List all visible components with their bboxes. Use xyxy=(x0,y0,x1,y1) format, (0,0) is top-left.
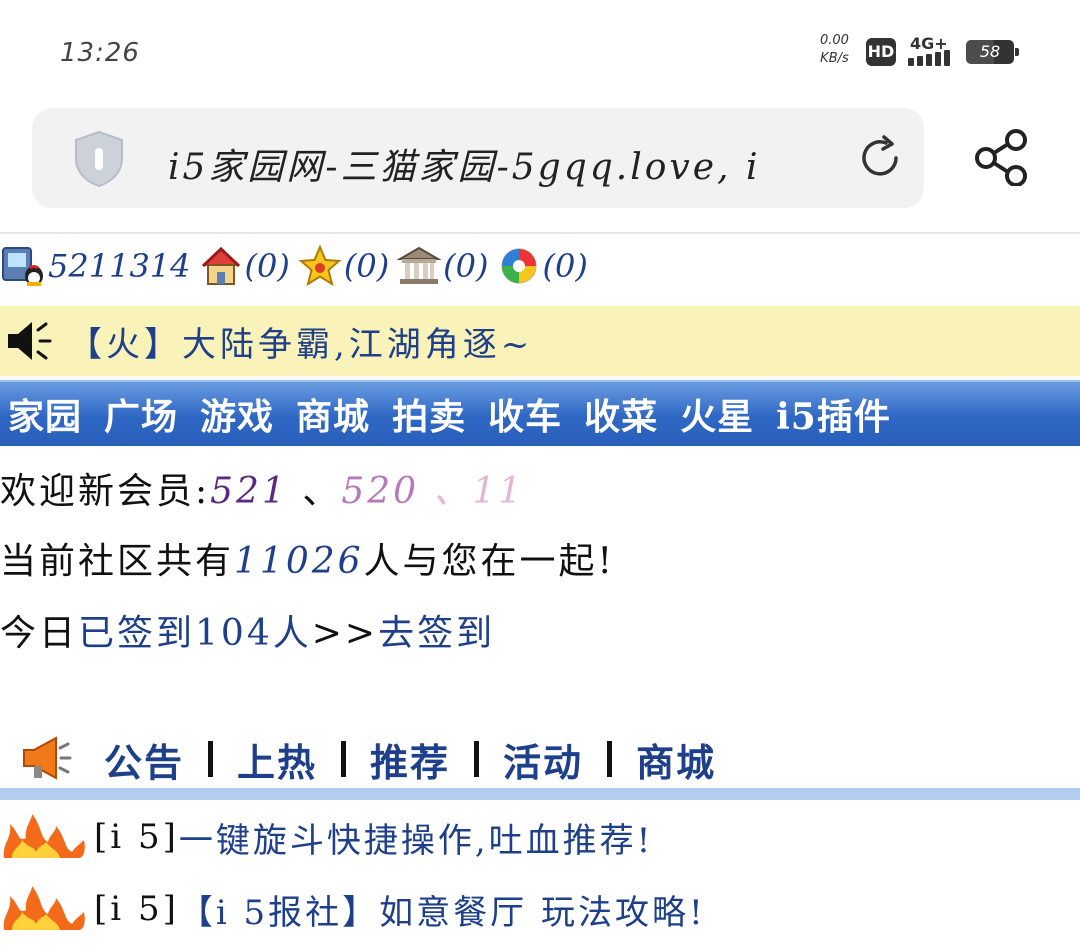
clock: 13:26 xyxy=(60,38,140,68)
tab-underline xyxy=(0,788,1080,800)
notice-text[interactable]: 【火】大陆争霸,江湖角逐~ xyxy=(68,317,533,366)
speaker-icon xyxy=(8,322,52,360)
gallery-stat[interactable]: (0) xyxy=(497,244,588,288)
photo-icon xyxy=(501,248,536,284)
battery-level: 58 xyxy=(979,42,1001,61)
user-stats: 5211314 (0) (0) (0) (0) xyxy=(0,240,596,292)
nav-item-mars[interactable]: 火星 xyxy=(680,388,754,440)
tab-divider xyxy=(474,741,480,777)
favorites-count[interactable]: (0) xyxy=(344,247,389,285)
post-title[interactable]: 一键旋斗快捷操作,吐血推荐! xyxy=(179,813,653,862)
url-text[interactable]: i5家园网-三猫家园-5gqq.love, i xyxy=(168,138,828,190)
home-icon xyxy=(201,246,240,285)
nav-item-plaza[interactable]: 广场 xyxy=(104,388,178,440)
hot-fire-icon xyxy=(3,814,85,858)
welcome-line: 欢迎新会员:521 、520 、11 xyxy=(0,462,524,514)
list-item[interactable]: [i 5] 【i 5报社】如意餐厅 玩法攻略! xyxy=(0,884,706,934)
signin-arrow: >> xyxy=(311,613,379,654)
shield-icon[interactable] xyxy=(72,130,126,188)
tab-divider xyxy=(607,741,613,777)
signin-line: 今日已签到104人>>去签到 xyxy=(0,604,495,656)
tab-announcement[interactable]: 公告 xyxy=(104,732,184,787)
nav-item-plugins[interactable]: i5插件 xyxy=(776,388,891,440)
tab-recommend[interactable]: 推荐 xyxy=(370,732,450,787)
tab-hot[interactable]: 上热 xyxy=(237,732,317,787)
list-item[interactable]: [i 5] 一键旋斗快捷操作,吐血推荐! xyxy=(0,812,653,862)
community-prefix: 当前社区共有 xyxy=(0,541,235,582)
signin-link[interactable]: 去签到 xyxy=(378,613,495,654)
nav-item-auction[interactable]: 拍卖 xyxy=(392,388,466,440)
qq-stat[interactable]: 5211314 xyxy=(0,244,191,288)
nav-item-collect-car[interactable]: 收车 xyxy=(488,388,562,440)
home-stat[interactable]: (0) xyxy=(199,244,290,288)
nav-item-games[interactable]: 游戏 xyxy=(200,388,274,440)
divider xyxy=(0,232,1080,234)
gallery-count[interactable]: (0) xyxy=(543,247,588,285)
signed-count-link[interactable]: 已签到104人 xyxy=(78,613,312,654)
qq-number[interactable]: 5211314 xyxy=(48,247,191,285)
tab-activity[interactable]: 活动 xyxy=(503,732,583,787)
star-icon xyxy=(298,244,342,287)
nav-item-home[interactable]: 家园 xyxy=(8,388,82,440)
qq-computer-icon xyxy=(2,247,43,286)
bank-icon xyxy=(397,246,442,284)
signin-prefix: 今日 xyxy=(0,613,79,654)
status-bar: 13:26 0.00 KB/s HD 4G+ 58 xyxy=(0,0,1080,100)
hd-icon: HD xyxy=(866,38,896,66)
member-count-link[interactable]: 11026 xyxy=(234,541,364,582)
bank-stat[interactable]: (0) xyxy=(397,244,489,288)
nav-item-shop[interactable]: 商城 xyxy=(296,388,370,440)
network-speed: 0.00 KB/s xyxy=(820,32,849,68)
home-count[interactable]: (0) xyxy=(245,247,290,285)
network-speed-value: 0.00 xyxy=(820,33,849,48)
nav-item-harvest[interactable]: 收菜 xyxy=(584,388,658,440)
megaphone-icon xyxy=(23,736,72,780)
new-member-link[interactable]: 11 xyxy=(473,471,525,512)
signal-icon: 4G+ xyxy=(908,34,958,68)
battery-icon: 58 xyxy=(966,40,1019,64)
tab-shop[interactable]: 商城 xyxy=(636,732,716,787)
new-member-link[interactable]: 521 xyxy=(210,471,288,512)
post-tag: [i 5] xyxy=(94,817,179,857)
hot-fire-icon xyxy=(3,886,85,930)
bank-count[interactable]: (0) xyxy=(443,247,488,285)
content-tabs: 公告 上热 推荐 活动 商城 xyxy=(18,724,716,794)
share-icon[interactable] xyxy=(972,126,1032,186)
favorites-stat[interactable]: (0) xyxy=(298,244,389,288)
post-title[interactable]: 【i 5报社】如意餐厅 玩法攻略! xyxy=(179,885,706,934)
notice-bar[interactable]: 【火】大陆争霸,江湖角逐~ xyxy=(0,306,1080,376)
post-tag: [i 5] xyxy=(94,889,179,929)
community-line: 当前社区共有11026人与您在一起! xyxy=(0,532,615,584)
network-speed-unit: KB/s xyxy=(820,51,849,66)
community-suffix: 人与您在一起! xyxy=(363,541,616,582)
tab-divider xyxy=(341,741,347,777)
member-separator: 、 xyxy=(302,471,342,512)
welcome-label: 欢迎新会员: xyxy=(0,471,211,512)
member-separator: 、 xyxy=(433,471,473,512)
main-nav: 家园 广场 游戏 商城 拍卖 收车 收菜 火星 i5插件 xyxy=(0,380,1080,446)
tab-divider xyxy=(208,741,214,777)
new-member-link[interactable]: 520 xyxy=(341,471,419,512)
reload-icon[interactable] xyxy=(856,134,904,182)
